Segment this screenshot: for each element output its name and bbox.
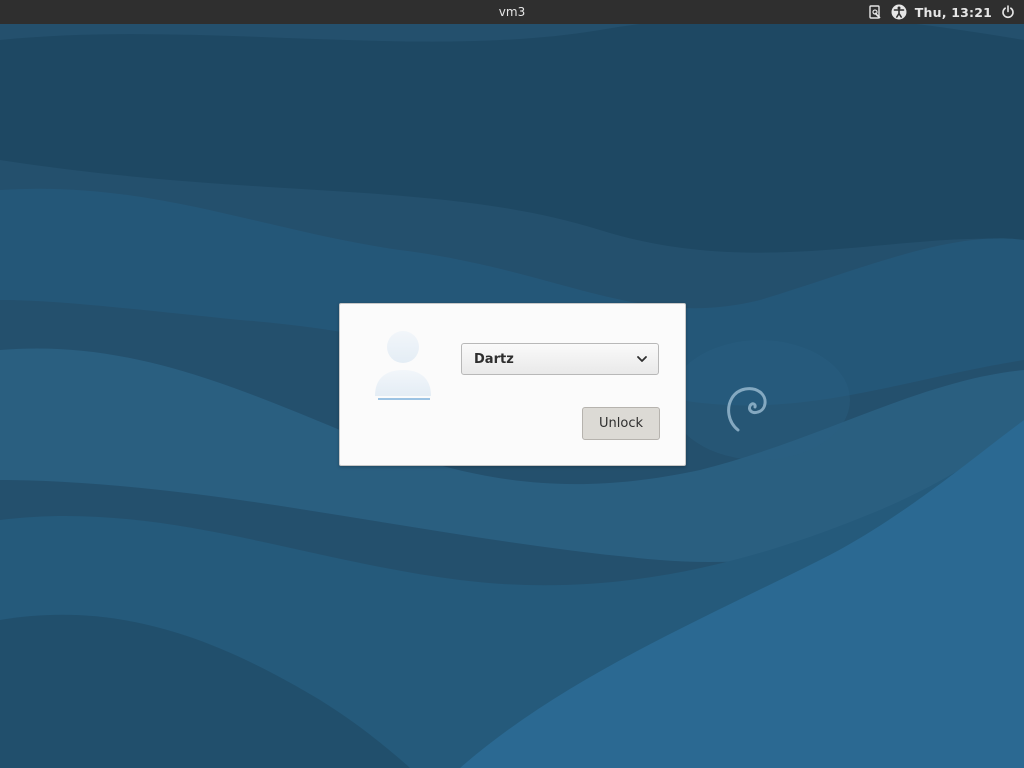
user-select-dropdown[interactable]: Dartz [461, 343, 659, 375]
unlock-button[interactable]: Unlock [582, 407, 660, 440]
screen-share-icon[interactable] [867, 4, 883, 20]
unlock-dialog: Dartz Unlock [339, 303, 686, 466]
accessibility-icon[interactable] [891, 4, 907, 20]
top-bar: vm3 Thu, 13:21 [0, 0, 1024, 24]
clock-label[interactable]: Thu, 13:21 [915, 5, 992, 20]
debian-swirl-icon [727, 387, 767, 432]
power-icon[interactable] [1000, 4, 1016, 20]
user-avatar-icon [375, 331, 431, 400]
chevron-down-icon [637, 356, 647, 362]
selected-user-label: Dartz [474, 351, 514, 367]
system-tray: Thu, 13:21 [867, 0, 1016, 24]
